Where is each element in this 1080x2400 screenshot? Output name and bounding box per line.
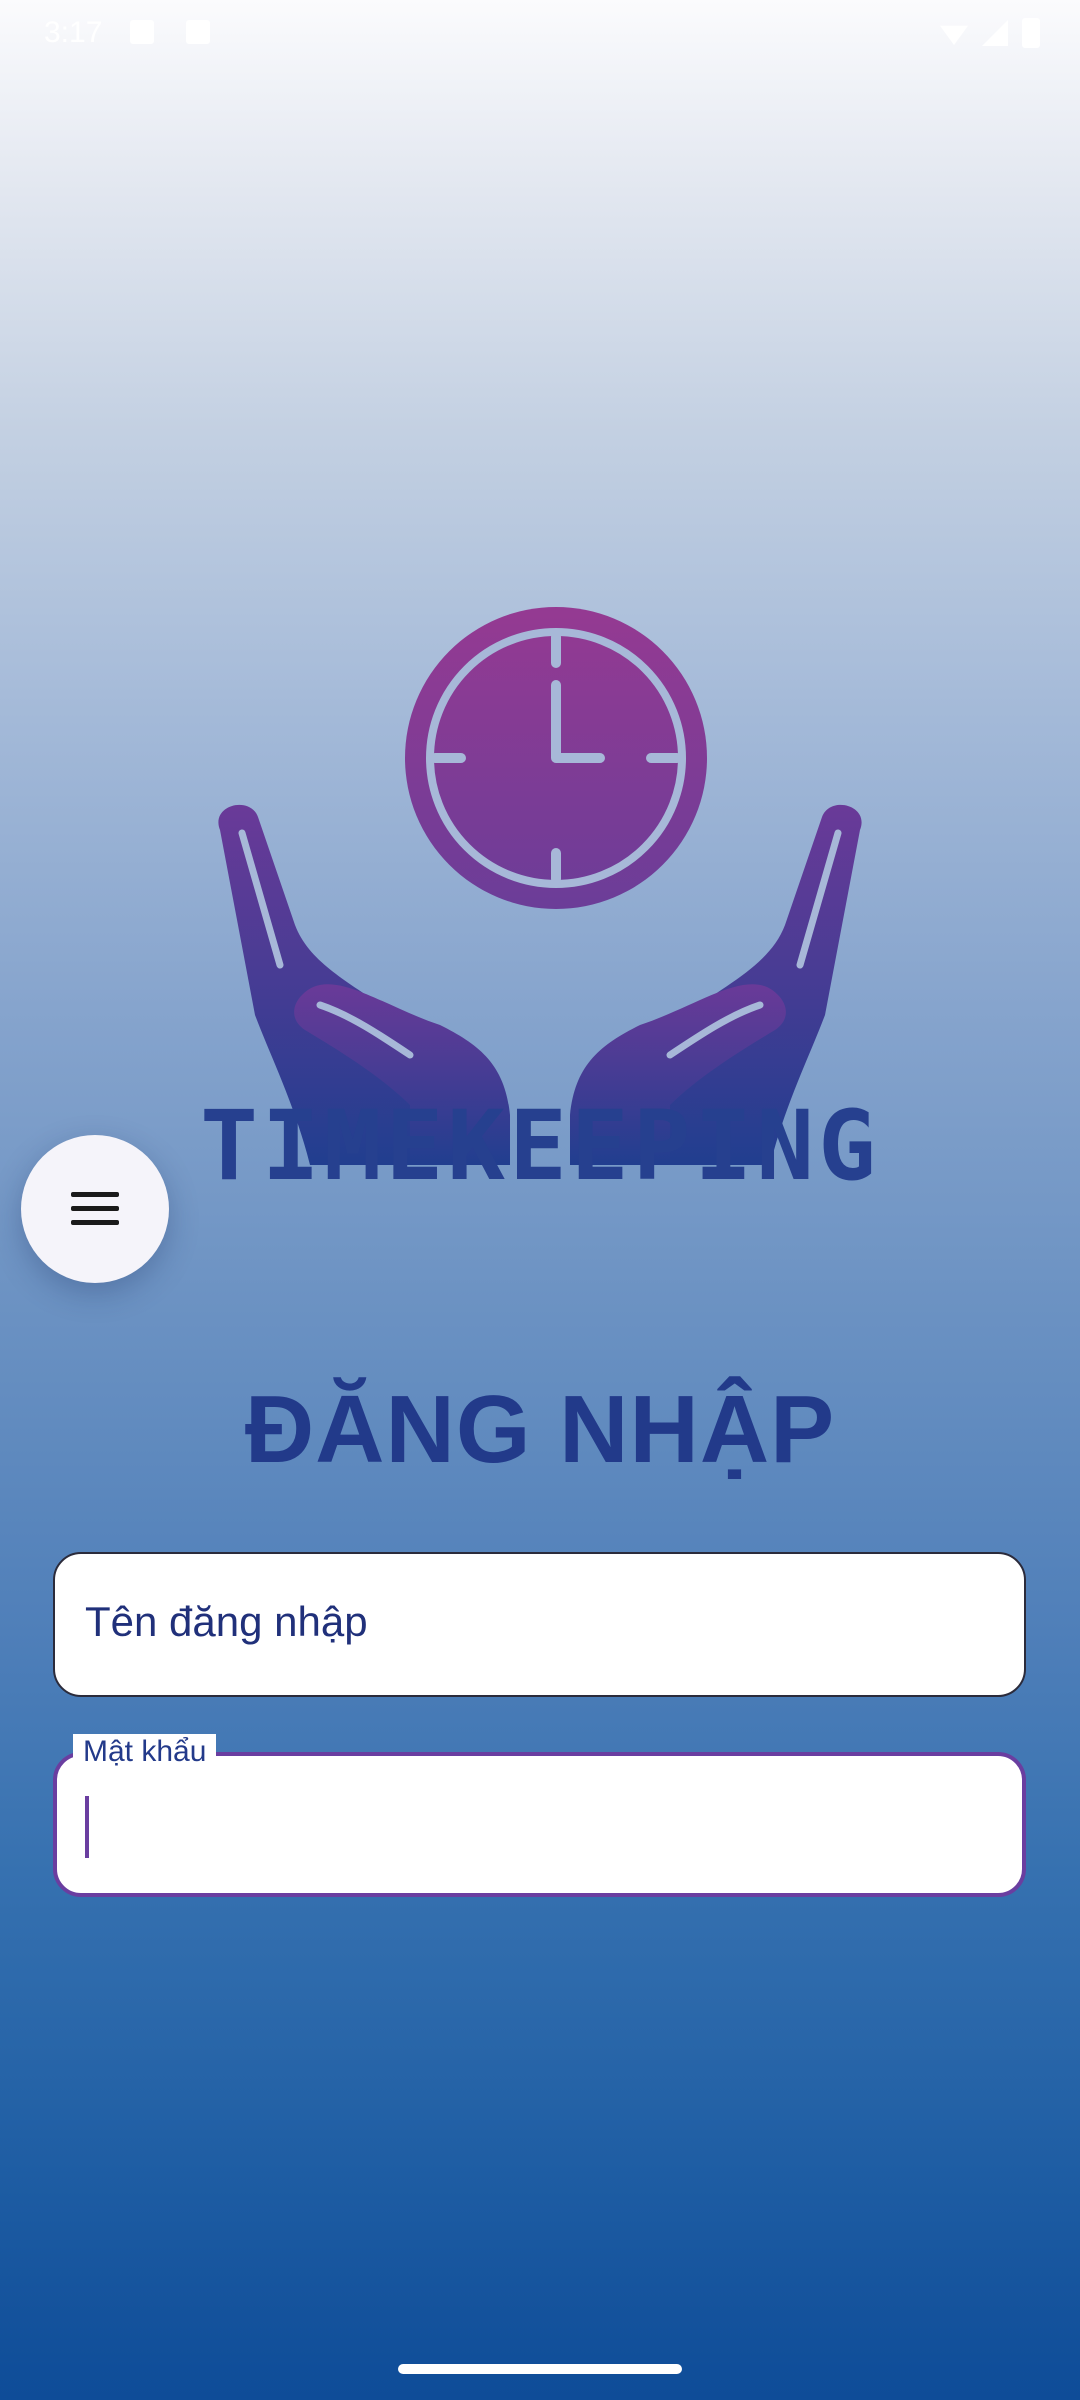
battery-icon (1022, 18, 1040, 48)
notification-icon (186, 20, 210, 44)
status-time: 3:17 (44, 16, 103, 49)
wifi-icon (940, 25, 968, 45)
username-field[interactable]: Tên đăng nhập (53, 1552, 1026, 1697)
hamburger-menu-icon (71, 1192, 119, 1226)
password-label: Mật khẩu (73, 1734, 217, 1770)
status-icons (940, 18, 1040, 48)
clock-icon (405, 607, 707, 909)
notification-icon (130, 20, 154, 44)
home-indicator[interactable] (398, 2364, 682, 2374)
password-field[interactable]: Mật khẩu (53, 1734, 1026, 1897)
signal-icon (982, 20, 1008, 46)
username-placeholder: Tên đăng nhập (85, 1598, 368, 1645)
page-title: ĐĂNG NHẬP (244, 1376, 836, 1483)
status-bar: 3:17 (0, 0, 1080, 66)
text-cursor (85, 1796, 89, 1858)
menu-button[interactable] (21, 1135, 169, 1283)
